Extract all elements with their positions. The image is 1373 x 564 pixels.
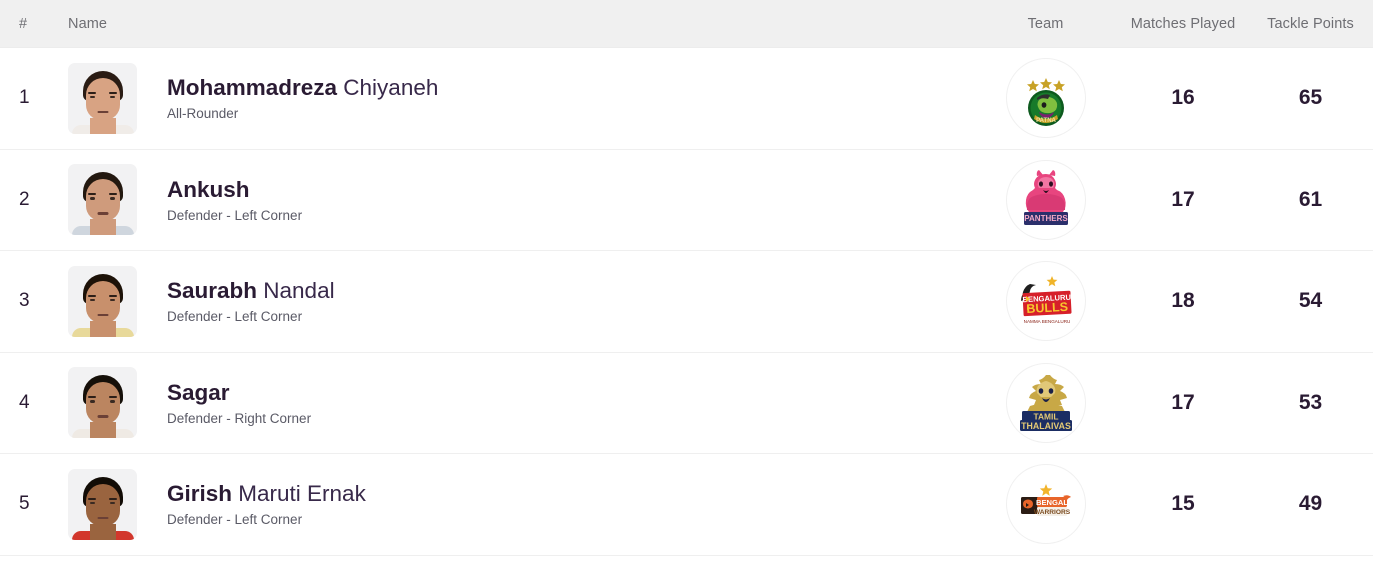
player-first-name: Sagar <box>167 379 230 405</box>
team-cell[interactable]: PANTHERS <box>973 159 1118 240</box>
table-header-row: # Name Team Matches Played Tackle Points <box>0 0 1373 48</box>
svg-text:PATNA: PATNA <box>1036 118 1056 124</box>
player-full-name: Ankush <box>167 177 302 204</box>
player-full-name: Mohammadreza Chiyaneh <box>167 75 438 102</box>
player-rank: 5 <box>19 493 30 515</box>
player-rank: 3 <box>19 290 30 312</box>
matches-played-value: 16 <box>1171 86 1195 110</box>
table-row[interactable]: 2 Ankush Defender - Left Corner PANTHERS… <box>0 149 1373 251</box>
svg-text:THALAIVAS: THALAIVAS <box>1021 421 1071 431</box>
table-row[interactable]: 1 Mohammadreza Chiyaneh All-Rounder PATN… <box>0 48 1373 150</box>
jaipur-pink-panthers-logo[interactable]: PANTHERS <box>1005 159 1086 240</box>
player-name-text: Ankush Defender - Left Corner <box>167 177 302 223</box>
player-role: Defender - Left Corner <box>167 207 303 223</box>
player-rank: 2 <box>19 188 30 210</box>
team-cell[interactable]: TAMIL THALAIVAS <box>973 362 1118 443</box>
player-avatar <box>68 468 137 540</box>
player-role: Defender - Left Corner <box>167 512 303 528</box>
player-full-name: Sagar <box>167 380 311 407</box>
player-name-cell[interactable]: Saurabh Nandal Defender - Left Corner <box>68 265 973 337</box>
matches-played-value: 17 <box>1171 187 1195 211</box>
player-name-text: Mohammadreza Chiyaneh All-Rounder <box>167 75 438 121</box>
svg-text:BULLS: BULLS <box>1026 300 1068 316</box>
player-rank: 4 <box>19 391 30 413</box>
tackle-points-value: 65 <box>1298 86 1323 110</box>
matches-played-value: 17 <box>1171 390 1195 414</box>
player-last-name: Maruti Ernak <box>232 481 366 507</box>
svg-text:NAMMA BENGALURU: NAMMA BENGALURU <box>1023 319 1070 324</box>
player-name-text: Girish Maruti Ernak Defender - Left Corn… <box>167 481 366 527</box>
bengaluru-bulls-logo[interactable]: BENGALURU BULLS NAMMA BENGALURU <box>1005 261 1086 342</box>
matches-played-value: 18 <box>1171 289 1195 313</box>
table-row[interactable]: 5 Girish Maruti Ernak Defender - Left Co… <box>0 454 1373 556</box>
player-avatar <box>68 367 137 439</box>
player-name-text: Sagar Defender - Right Corner <box>167 380 311 426</box>
player-role: Defender - Left Corner <box>167 309 303 325</box>
matches-played-value: 15 <box>1171 492 1195 516</box>
tackle-points-value: 54 <box>1298 289 1323 313</box>
player-avatar <box>68 164 137 236</box>
player-full-name: Saurabh Nandal <box>167 278 335 305</box>
player-first-name: Mohammadreza <box>167 75 338 101</box>
table-row[interactable]: 4 Sagar Defender - Right Corner TAMIL TH… <box>0 352 1373 454</box>
table-body: 1 Mohammadreza Chiyaneh All-Rounder PATN… <box>0 48 1373 556</box>
table-row[interactable]: 3 Saurabh Nandal Defender - Left Corner <box>0 251 1373 353</box>
player-name-cell[interactable]: Mohammadreza Chiyaneh All-Rounder <box>68 62 973 134</box>
tackle-points-leaderboard: # Name Team Matches Played Tackle Points… <box>0 0 1373 564</box>
player-name-cell[interactable]: Girish Maruti Ernak Defender - Left Corn… <box>68 468 973 540</box>
svg-text:WARRIORS: WARRIORS <box>1033 509 1070 516</box>
team-cell[interactable]: BENGALURU BULLS NAMMA BENGALURU <box>973 261 1118 342</box>
player-rank: 1 <box>19 87 30 109</box>
team-cell[interactable]: PATNA <box>973 58 1118 139</box>
team-cell[interactable]: BENGAL WARRIORS <box>973 464 1118 545</box>
tamil-thalaivas-logo[interactable]: TAMIL THALAIVAS <box>1005 362 1086 443</box>
svg-text:BENGAL: BENGAL <box>1035 498 1067 507</box>
patna-pirates-logo[interactable]: PATNA <box>1005 58 1086 139</box>
player-full-name: Girish Maruti Ernak <box>167 481 366 508</box>
player-first-name: Saurabh <box>167 278 258 304</box>
bengal-warriors-logo[interactable]: BENGAL WARRIORS <box>1005 464 1086 545</box>
player-first-name: Ankush <box>167 176 250 202</box>
player-avatar <box>68 265 137 337</box>
tackle-points-value: 61 <box>1298 187 1323 211</box>
player-avatar <box>68 62 137 134</box>
player-name-cell[interactable]: Ankush Defender - Left Corner <box>68 164 973 236</box>
tackle-points-value: 49 <box>1298 492 1323 516</box>
player-role: All-Rounder <box>167 106 239 122</box>
player-name-text: Saurabh Nandal Defender - Left Corner <box>167 278 335 324</box>
column-header-matches-played: Matches Played <box>1130 15 1236 32</box>
tackle-points-value: 53 <box>1298 390 1323 414</box>
player-role: Defender - Right Corner <box>167 410 312 426</box>
player-last-name: Chiyaneh <box>337 75 439 101</box>
column-header-team: Team <box>1027 15 1064 32</box>
column-header-tackle-points: Tackle Points <box>1267 15 1354 32</box>
svg-text:PANTHERS: PANTHERS <box>1024 214 1068 223</box>
player-first-name: Girish <box>167 481 233 507</box>
player-name-cell[interactable]: Sagar Defender - Right Corner <box>68 367 973 439</box>
player-last-name: Nandal <box>257 278 335 304</box>
column-header-rank: # <box>19 15 28 32</box>
column-header-name: Name <box>68 15 108 32</box>
